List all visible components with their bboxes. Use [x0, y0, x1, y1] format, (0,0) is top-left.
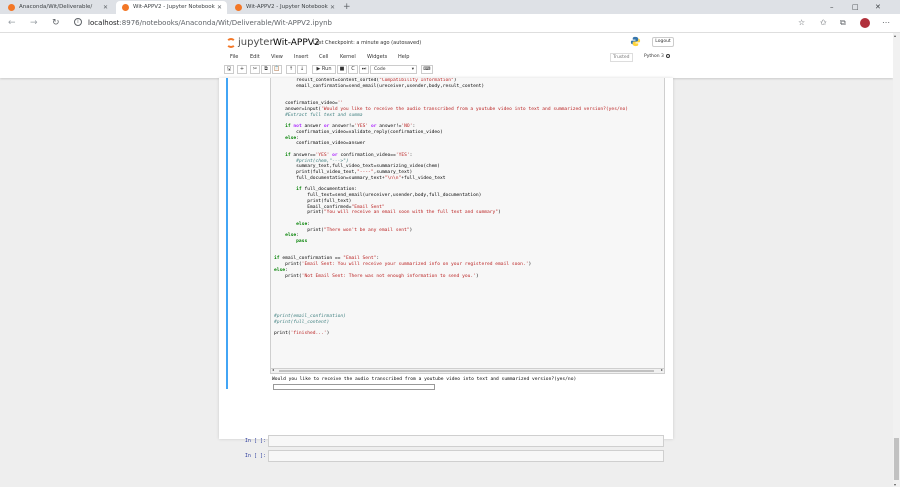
menu-cell[interactable]: Cell — [319, 52, 328, 62]
back-icon[interactable]: ← — [8, 17, 16, 29]
cell-input[interactable] — [268, 435, 664, 447]
stdin-input[interactable] — [273, 384, 435, 390]
menu-help[interactable]: Help — [398, 52, 409, 62]
horizontal-scrollbar[interactable]: ◂ ▸ — [270, 367, 665, 374]
info-icon[interactable]: i — [74, 18, 82, 26]
avatar[interactable] — [860, 18, 870, 28]
code-text: result_content=content_sorted("Compatibi… — [274, 78, 629, 336]
scroll-up-icon[interactable]: ▴ — [894, 33, 896, 38]
scroll-right-icon[interactable]: ▸ — [661, 367, 663, 372]
bookmark-star-icon[interactable]: ☆ — [798, 17, 805, 29]
cell-type-value: Code — [374, 67, 386, 72]
url-host: localhost — [88, 19, 120, 27]
restart-run-all-button[interactable]: ⏭ — [359, 65, 369, 74]
menu-view[interactable]: View — [271, 52, 283, 62]
move-up-button[interactable]: ↑ — [286, 65, 296, 74]
more-menu-icon[interactable]: ⋯ — [882, 17, 890, 29]
collections-icon[interactable]: ⧉ — [840, 17, 846, 29]
logout-button[interactable]: Logout — [652, 37, 674, 47]
close-window-button[interactable]: ✕ — [875, 0, 881, 14]
favorites-icon[interactable]: ✩ — [820, 17, 827, 29]
keyboard-shortcuts-button[interactable]: ⌨ — [421, 65, 433, 74]
menu-insert[interactable]: Insert — [294, 52, 308, 62]
minimize-button[interactable]: – — [830, 0, 834, 14]
tab-title: Anaconda/Wit/Deliverable/ — [19, 4, 93, 10]
menu-edit[interactable]: Edit — [250, 52, 260, 62]
tab-title: Wit-APPV2 - Jupyter Notebook — [133, 4, 215, 10]
cell-type-select[interactable]: Code ▾ — [370, 65, 417, 74]
kernel-indicator: Python 3 — [644, 53, 670, 61]
jupyter-logo-icon — [226, 38, 236, 48]
restart-button[interactable]: C — [348, 65, 358, 74]
jupyter-favicon-icon — [122, 4, 129, 11]
menu-kernel[interactable]: Kernel — [340, 52, 356, 62]
move-down-button[interactable]: ↓ — [297, 65, 307, 74]
browser-tab-bar: Anaconda/Wit/Deliverable/ ✕ Wit-APPV2 - … — [0, 0, 900, 14]
interrupt-button[interactable]: ■ — [337, 65, 347, 74]
reload-icon[interactable]: ↻ — [52, 17, 60, 29]
url-path: :8976/notebooks/Anaconda/Wit/Deliverable… — [119, 19, 332, 27]
jupyter-header: jupyter Wit-APPV2 Last Checkpoint: a min… — [0, 33, 893, 78]
selected-code-cell[interactable]: result_content=content_sorted("Compatibi… — [226, 78, 666, 390]
forward-icon[interactable]: → — [30, 17, 38, 29]
browser-tab-2[interactable]: Wit-APPV2 - Jupyter Notebook ✕ — [116, 1, 227, 14]
python-logo-icon — [630, 36, 641, 47]
tab-title: Wit-APPV2 - Jupyter Notebook — [246, 4, 328, 10]
close-icon[interactable]: ✕ — [330, 1, 335, 14]
copy-button[interactable]: ⧉ — [261, 65, 271, 74]
close-icon[interactable]: ✕ — [217, 1, 222, 14]
maximize-button[interactable]: □ — [852, 0, 859, 14]
address-bar-row: ← → ↻ i localhost:8976/notebooks/Anacond… — [0, 14, 900, 33]
kernel-name: Python 3 — [644, 54, 664, 59]
browser-tab-1[interactable]: Anaconda/Wit/Deliverable/ ✕ — [2, 1, 113, 14]
code-editor[interactable]: result_content=content_sorted("Compatibi… — [270, 78, 665, 369]
menu-widgets[interactable]: Widgets — [367, 52, 387, 62]
run-button[interactable]: ▶ Run — [312, 65, 336, 74]
jupyter-logo-text: jupyter — [238, 37, 274, 48]
checkpoint-status: Last Checkpoint: a minute ago (autosaved… — [313, 40, 422, 46]
cut-button[interactable]: ✂ — [250, 65, 260, 74]
close-icon[interactable]: ✕ — [103, 1, 108, 14]
code-cell[interactable]: In [ ]: — [226, 435, 666, 448]
chevron-down-icon: ▾ — [411, 67, 414, 72]
jupyter-favicon-icon — [235, 4, 242, 11]
url-text: localhost:8976/notebooks/Anaconda/Wit/De… — [88, 18, 332, 28]
menu-file[interactable]: File — [230, 52, 238, 62]
new-tab-button[interactable]: + — [343, 0, 351, 14]
jupyter-favicon-icon — [8, 4, 15, 11]
url-field[interactable]: i localhost:8976/notebooks/Anaconda/Wit/… — [70, 17, 810, 30]
scrollbar-thumb[interactable] — [894, 438, 899, 480]
insert-cell-button[interactable]: + — [237, 65, 247, 74]
save-button[interactable]: 🖫 — [224, 65, 234, 74]
scroll-down-icon[interactable]: ▾ — [894, 482, 896, 487]
jupyter-page: jupyter Wit-APPV2 Last Checkpoint: a min… — [0, 33, 900, 487]
output-prompt-text: Would you like to receive the audio tran… — [272, 377, 577, 382]
browser-tab-3[interactable]: Wit-APPV2 - Jupyter Notebook ✕ — [229, 1, 340, 14]
cell-input[interactable] — [268, 450, 664, 462]
trusted-badge[interactable]: Trusted — [610, 53, 633, 62]
notebook-container: result_content=content_sorted("Compatibi… — [219, 78, 673, 462]
cell-prompt: In [ ]: — [244, 453, 266, 459]
paste-button[interactable]: 📋 — [272, 65, 282, 74]
cell-prompt: In [ ]: — [244, 438, 266, 444]
vertical-scrollbar[interactable]: ▴ ▾ — [893, 33, 900, 487]
kernel-status-icon — [665, 53, 670, 58]
scrollbar-thumb[interactable] — [279, 370, 654, 372]
scroll-left-icon[interactable]: ◂ — [272, 367, 274, 372]
code-cell[interactable]: In [ ]: — [226, 450, 666, 463]
